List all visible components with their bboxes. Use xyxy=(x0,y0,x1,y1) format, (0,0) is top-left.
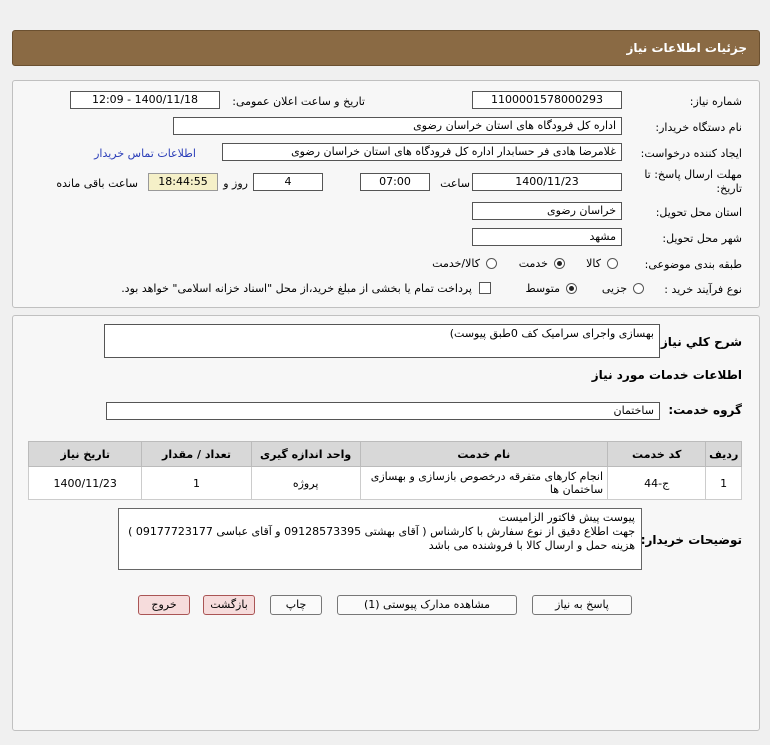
summary-field: بهسازی واجرای سرامیک کف 0طبق پیوست) xyxy=(104,324,660,358)
announce-field: 1400/11/18 - 12:09 xyxy=(70,91,220,109)
cell-name: انجام کارهای متفرقه درخصوص بازسازی و بهس… xyxy=(359,466,609,500)
creator-field: غلامرضا هادی فر حسابدار اداره کل فرودگاه… xyxy=(222,143,622,161)
process-radio-minor[interactable] xyxy=(633,283,644,294)
page-title: جزئیات اطلاعات نیاز xyxy=(626,41,747,55)
col-row: ردیف xyxy=(705,441,742,467)
reply-button[interactable]: پاسخ به نیاز xyxy=(532,595,632,615)
category-radio-goods-service[interactable] xyxy=(486,258,497,269)
city-field: مشهد xyxy=(472,228,622,246)
treasury-payment-note: پرداخت تمام یا بخشی از مبلغ خرید،از محل … xyxy=(121,282,472,295)
need-number-field: 1100001578000293 xyxy=(472,91,622,109)
process-label: نوع فرآیند خرید : xyxy=(664,283,742,296)
category-label: طبقه بندی موضوعی: xyxy=(644,258,742,271)
hour-label: ساعت xyxy=(440,177,470,190)
table-row: 1 ج-44 انجام کارهای متفرقه درخصوص بازساز… xyxy=(27,466,742,500)
process-radio-medium[interactable] xyxy=(566,283,577,294)
days-field: 4 xyxy=(253,173,323,191)
cell-qty: 1 xyxy=(141,466,252,500)
need-number-label: شماره نیاز: xyxy=(689,95,742,108)
print-button[interactable]: چاپ xyxy=(270,595,322,615)
page-header: جزئیات اطلاعات نیاز xyxy=(12,30,760,66)
col-date: تاریخ نیاز xyxy=(27,441,143,467)
category-option-service: خدمت xyxy=(518,257,548,270)
treasury-payment-checkbox[interactable] xyxy=(479,282,491,294)
remaining-label: ساعت باقی مانده xyxy=(56,177,138,190)
service-group-label: گروه خدمت: xyxy=(668,403,742,417)
col-code: کد خدمت xyxy=(607,441,707,467)
table-header-row: ردیف کد خدمت نام خدمت واحد اندازه گیری ت… xyxy=(27,441,742,467)
buyer-org-label: نام دستگاه خریدار: xyxy=(655,121,742,134)
view-attachments-button[interactable]: مشاهده مدارک پیوستی (1) xyxy=(337,595,517,615)
deadline-time-field: 07:00 xyxy=(360,173,430,191)
services-table: ردیف کد خدمت نام خدمت واحد اندازه گیری ت… xyxy=(27,441,742,500)
process-option-minor: جزیی xyxy=(601,282,627,295)
category-option-goods: کالا xyxy=(586,257,601,270)
announce-label: تاریخ و ساعت اعلان عمومی: xyxy=(232,95,365,108)
remaining-time-field: 18:44:55 xyxy=(148,173,218,191)
buyer-org-field: اداره کل فرودگاه های استان خراسان رضوی xyxy=(173,117,622,135)
need-info-panel xyxy=(12,80,760,308)
col-qty: تعداد / مقدار xyxy=(141,441,252,467)
province-label: استان محل تحویل: xyxy=(655,206,742,219)
category-radio-service[interactable] xyxy=(554,258,565,269)
buyer-contact-link[interactable]: اطلاعات تماس خریدار xyxy=(94,147,196,160)
province-field: خراسان رضوی xyxy=(472,202,622,220)
back-button[interactable]: بازگشت xyxy=(203,595,255,615)
col-unit: واحد اندازه گیری xyxy=(250,441,361,467)
category-option-goods-service: کالا/خدمت xyxy=(432,257,480,270)
deadline-date-field: 1400/11/23 xyxy=(472,173,622,191)
summary-label: شرح کلي نياز: xyxy=(656,335,742,349)
category-radio-goods[interactable] xyxy=(607,258,618,269)
col-name: نام خدمت xyxy=(359,441,609,467)
services-section-title: اطلاعات خدمات مورد نیاز xyxy=(591,368,742,382)
buyer-notes-box: پیوست پیش فاکتور الزامیست جهت اطلاع دقیق… xyxy=(118,508,642,570)
service-group-field: ساختمان xyxy=(106,402,660,420)
city-label: شهر محل تحویل: xyxy=(662,232,742,245)
buyer-notes-label: توضیحات خریدار: xyxy=(640,533,742,547)
exit-button[interactable]: خروج xyxy=(138,595,190,615)
buyer-note-line: پیوست پیش فاکتور الزامیست xyxy=(498,511,636,524)
cell-date: 1400/11/23 xyxy=(27,466,143,500)
cell-unit: پروژه xyxy=(250,466,361,500)
buyer-note-line: جهت اطلاع دقیق از نوع سفارش با کارشناس (… xyxy=(128,525,635,538)
creator-label: ایجاد کننده درخواست: xyxy=(640,147,742,160)
deadline-label: مهلت ارسال پاسخ: تا xyxy=(644,168,742,181)
cell-code: ج-44 xyxy=(607,466,707,500)
cell-row: 1 xyxy=(705,466,742,500)
buyer-note-line: هزینه حمل و ارسال کالا با فروشنده می باش… xyxy=(428,539,635,552)
deadline-label-date: تاریخ: xyxy=(716,182,742,195)
days-label: روز و xyxy=(223,177,248,190)
process-option-medium: متوسط xyxy=(525,282,560,295)
